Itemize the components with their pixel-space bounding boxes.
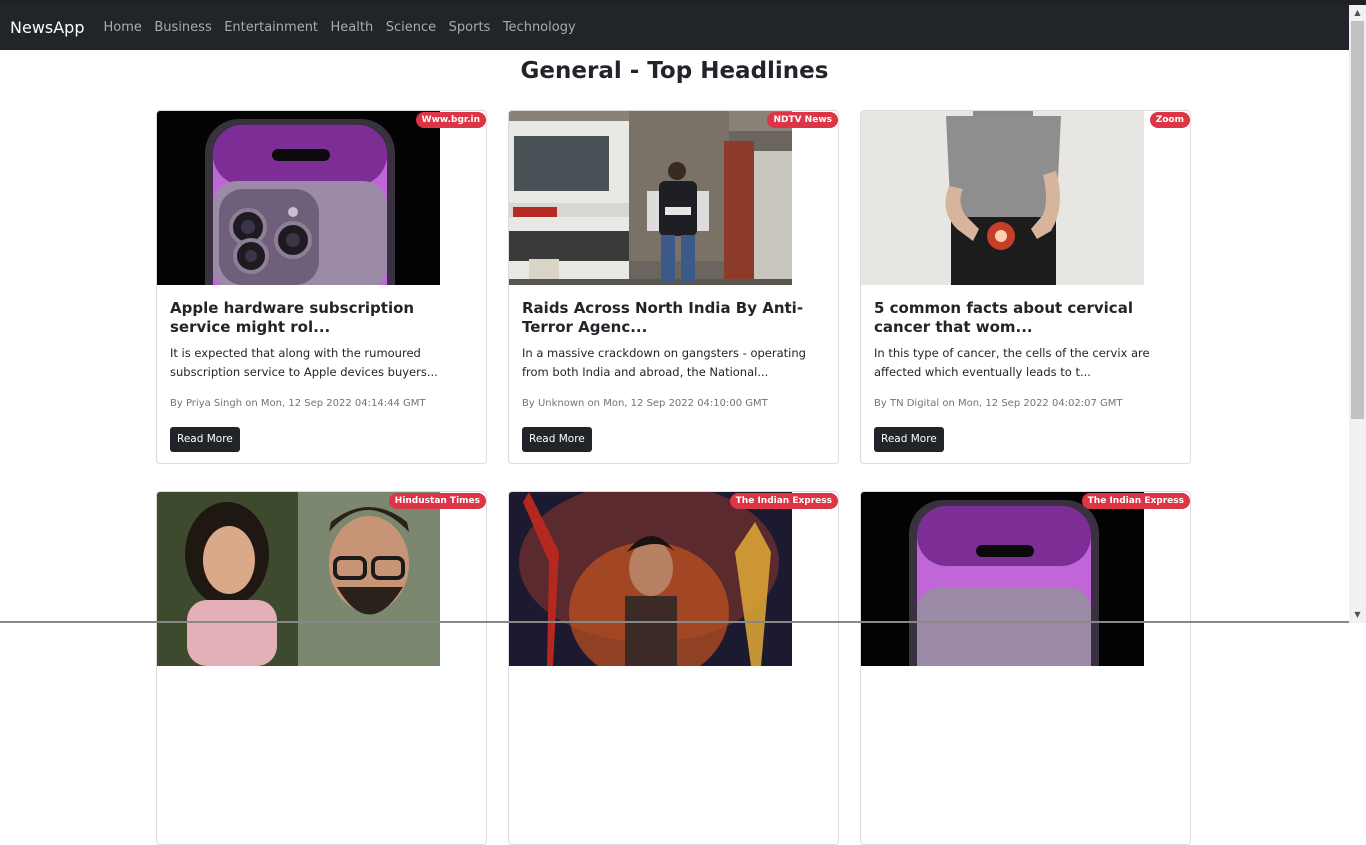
navbar: NewsApp Home Business Entertainment Heal…	[0, 5, 1349, 50]
news-image-police[interactable]	[509, 111, 792, 285]
source-badge: Hindustan Times	[388, 493, 486, 509]
nav-link-entertainment[interactable]: Entertainment	[224, 20, 318, 35]
nav-link-business[interactable]: Business	[154, 20, 211, 35]
card-meta: By Unknown on Mon, 12 Sep 2022 04:10:00 …	[522, 398, 768, 409]
card-description: In a massive crackdown on gangsters - op…	[522, 346, 806, 379]
source-badge: Zoom	[1149, 112, 1190, 128]
card-title: Apple hardware subscription service migh…	[170, 299, 415, 336]
source-badge: Www.bgr.in	[415, 112, 486, 128]
card-title: Raids Across North India By Anti-Terror …	[522, 299, 804, 336]
news-card: Hindustan Times	[156, 491, 487, 845]
nav-link-technology[interactable]: Technology	[503, 20, 576, 35]
source-badge: The Indian Express	[729, 493, 838, 509]
source-badge: The Indian Express	[1081, 493, 1190, 509]
card-meta: By Priya Singh on Mon, 12 Sep 2022 04:14…	[170, 398, 426, 409]
source-badge: NDTV News	[767, 112, 838, 128]
page-title: General - Top Headlines	[520, 58, 829, 84]
scroll-down-arrow-icon[interactable]: ▼	[1349, 607, 1366, 623]
read-more-button[interactable]: Read More	[170, 427, 240, 452]
news-image-phone[interactable]	[861, 492, 1144, 666]
card-description: It is expected that along with the rumou…	[170, 346, 438, 379]
news-card: Www.bgr.in Apple hardware subscription s…	[156, 110, 487, 464]
card-title: 5 common facts about cervical cancer tha…	[874, 299, 1133, 336]
news-card: Zoom 5 common facts about cervical cance…	[860, 110, 1191, 464]
news-card: NDTV News Raids Across North India By An…	[508, 110, 839, 464]
read-more-button[interactable]: Read More	[522, 427, 592, 452]
news-card: The Indian Express	[508, 491, 839, 845]
read-more-button[interactable]: Read More	[874, 427, 944, 452]
card-meta: By TN Digital on Mon, 12 Sep 2022 04:02:…	[874, 398, 1123, 409]
card-description: In this type of cancer, the cells of the…	[874, 346, 1150, 379]
scrollbar-thumb[interactable]	[1351, 21, 1364, 419]
news-image-health[interactable]	[861, 111, 1144, 285]
nav-link-home[interactable]: Home	[104, 20, 142, 35]
news-image-phone[interactable]	[157, 111, 440, 285]
scroll-up-arrow-icon[interactable]: ▲	[1349, 5, 1366, 21]
news-image-movie-poster[interactable]	[509, 492, 792, 666]
nav-link-sports[interactable]: Sports	[449, 20, 491, 35]
nav-link-health[interactable]: Health	[331, 20, 374, 35]
news-card: The Indian Express	[860, 491, 1191, 845]
nav-link-science[interactable]: Science	[386, 20, 436, 35]
vertical-scrollbar[interactable]: ▲ ▼	[1349, 5, 1366, 623]
news-image-people[interactable]	[157, 492, 440, 666]
brand-logo[interactable]: NewsApp	[10, 18, 85, 37]
